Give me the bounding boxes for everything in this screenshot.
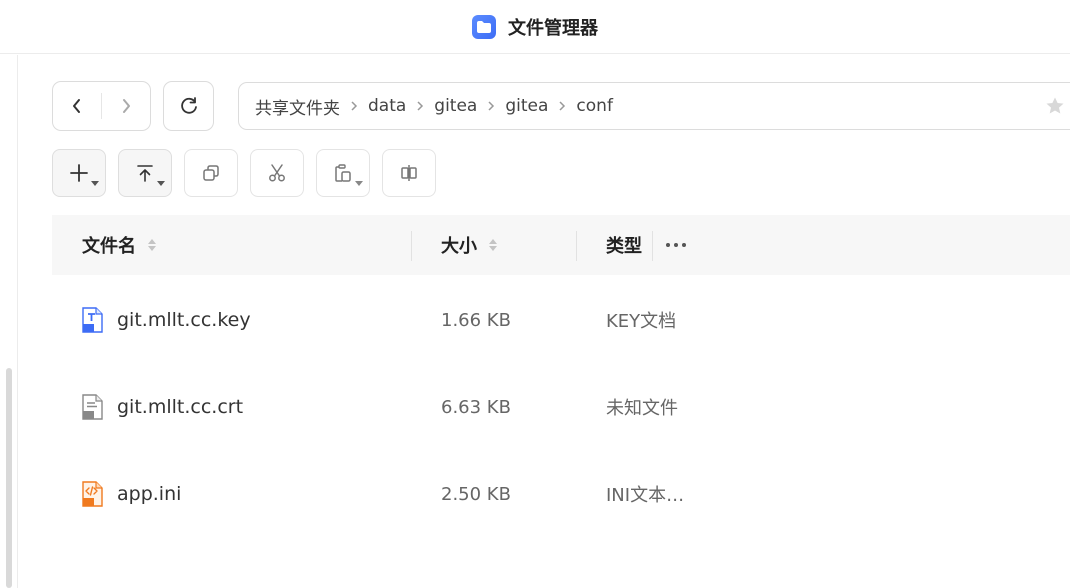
file-name-cell[interactable]: git.mllt.cc.key [80, 277, 251, 363]
scissors-icon [269, 164, 285, 182]
sort-icon[interactable] [487, 237, 499, 253]
table-row[interactable]: git.mllt.cc.crt 6.63 KB 未知文件 [52, 364, 1070, 450]
caret-down-icon [157, 181, 165, 186]
file-name-cell[interactable]: app.ini [80, 451, 181, 537]
scrollbar-thumb[interactable] [6, 368, 12, 588]
sidebar-collapsed [0, 55, 18, 588]
chevron-left-icon [73, 99, 80, 113]
chevron-right-icon [416, 100, 424, 112]
file-size: 1.66 KB [441, 309, 511, 331]
key-file-icon [80, 306, 106, 334]
column-header-label: 大小 [441, 236, 477, 257]
chevron-right-icon [487, 100, 495, 112]
caret-down-icon [355, 181, 363, 186]
column-header-type[interactable]: 类型 [606, 215, 642, 275]
file-name: git.mllt.cc.crt [117, 396, 244, 418]
breadcrumb-item[interactable]: 共享文件夹 [255, 94, 340, 119]
more-columns-button[interactable] [665, 215, 687, 275]
title-bar: 文件管理器 [0, 0, 1070, 54]
move-icon [401, 165, 417, 181]
table-header: 文件名 大小 类型 [52, 215, 1070, 275]
breadcrumb-item[interactable]: data [368, 96, 406, 116]
plus-icon [70, 164, 88, 182]
ini-file-icon [80, 480, 106, 508]
chevron-right-icon [558, 100, 566, 112]
upload-icon [137, 165, 153, 182]
upload-button[interactable] [118, 149, 172, 197]
paste-icon [335, 164, 351, 182]
unknown-file-icon [80, 393, 106, 421]
move-button[interactable] [382, 149, 436, 197]
forward-button[interactable] [102, 82, 150, 130]
paste-button[interactable] [316, 149, 370, 197]
column-divider[interactable] [576, 231, 577, 261]
path-bar[interactable]: 共享文件夹 data gitea gitea conf [238, 82, 1070, 130]
breadcrumb-item[interactable]: gitea [434, 96, 477, 116]
table-row[interactable]: git.mllt.cc.key 1.66 KB KEY文档 [52, 277, 1070, 363]
copy-icon [203, 165, 219, 181]
more-horizontal-icon [666, 243, 686, 247]
column-header-size[interactable]: 大小 [441, 215, 499, 275]
breadcrumb-item-current[interactable]: conf [576, 96, 613, 116]
file-size: 2.50 KB [441, 483, 511, 505]
app-title: 文件管理器 [508, 17, 598, 39]
chevron-right-icon [123, 99, 130, 113]
chevron-right-icon [350, 100, 358, 112]
file-type: 未知文件 [606, 398, 678, 419]
cut-button[interactable] [250, 149, 304, 197]
refresh-button[interactable] [163, 81, 214, 131]
breadcrumb-item[interactable]: gitea [505, 96, 548, 116]
file-name: git.mllt.cc.key [117, 309, 251, 331]
new-button[interactable] [52, 149, 106, 197]
file-type: INI文本… [606, 485, 685, 506]
file-type: KEY文档 [606, 311, 677, 332]
refresh-icon [180, 97, 197, 114]
caret-down-icon [91, 181, 99, 186]
file-name-cell[interactable]: git.mllt.cc.crt [80, 364, 243, 450]
column-divider[interactable] [652, 231, 653, 261]
column-header-name[interactable]: 文件名 [82, 215, 158, 275]
column-divider[interactable] [411, 231, 412, 261]
table-row[interactable]: app.ini 2.50 KB INI文本… [52, 451, 1070, 537]
title-wrap: 文件管理器 [472, 14, 598, 40]
star-icon[interactable] [1045, 96, 1065, 121]
column-header-label: 类型 [606, 236, 642, 257]
history-nav [52, 81, 151, 131]
copy-button[interactable] [184, 149, 238, 197]
folder-app-icon [472, 14, 496, 39]
file-size: 6.63 KB [441, 396, 511, 418]
file-name: app.ini [117, 483, 182, 505]
back-button[interactable] [53, 82, 101, 130]
sort-icon[interactable] [146, 237, 158, 253]
column-header-label: 文件名 [82, 236, 136, 257]
